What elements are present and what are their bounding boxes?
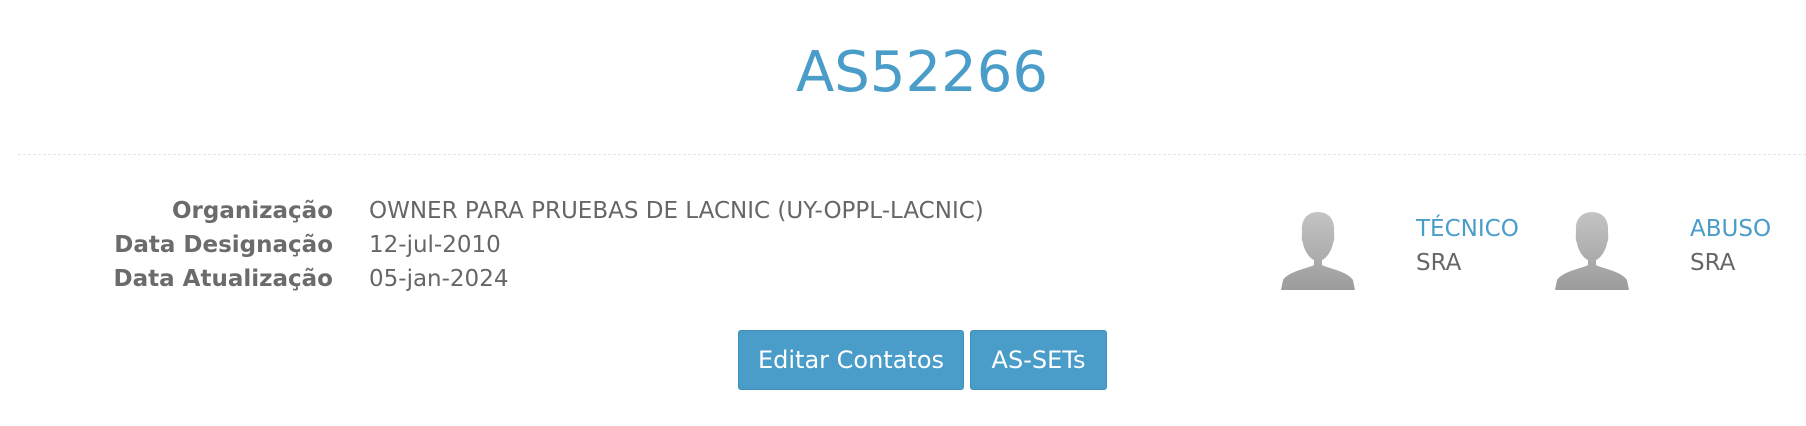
contact-role-technical[interactable]: TÉCNICO	[1416, 212, 1519, 246]
user-avatar-icon	[1555, 212, 1629, 290]
detail-row-assignment-date: Data Designação 12-jul-2010	[0, 228, 1000, 262]
edit-contacts-button[interactable]: Editar Contatos	[738, 330, 964, 390]
section-divider	[18, 154, 1806, 155]
page-title: AS52266	[796, 40, 1048, 105]
detail-row-update-date: Data Atualização 05-jan-2024	[0, 262, 1000, 296]
user-avatar-icon	[1281, 212, 1355, 290]
contact-handle-technical: SRA	[1416, 250, 1462, 276]
contact-technical: TÉCNICO SRA	[1281, 208, 1541, 308]
detail-label-update-date: Data Atualização	[113, 266, 333, 292]
contact-abuse: ABUSO SRA	[1555, 208, 1795, 308]
contact-role-abuse[interactable]: ABUSO	[1690, 212, 1771, 246]
detail-label-organization: Organização	[172, 198, 333, 224]
detail-value-assignment-date: 12-jul-2010	[369, 232, 501, 258]
detail-row-organization: Organização OWNER PARA PRUEBAS DE LACNIC…	[0, 194, 1000, 228]
contact-handle-abuse: SRA	[1690, 250, 1736, 276]
detail-value-update-date: 05-jan-2024	[369, 266, 509, 292]
detail-value-organization: OWNER PARA PRUEBAS DE LACNIC (UY-OPPL-LA…	[369, 198, 984, 224]
detail-label-assignment-date: Data Designação	[114, 232, 333, 258]
as-sets-button[interactable]: AS-SETs	[970, 330, 1107, 390]
